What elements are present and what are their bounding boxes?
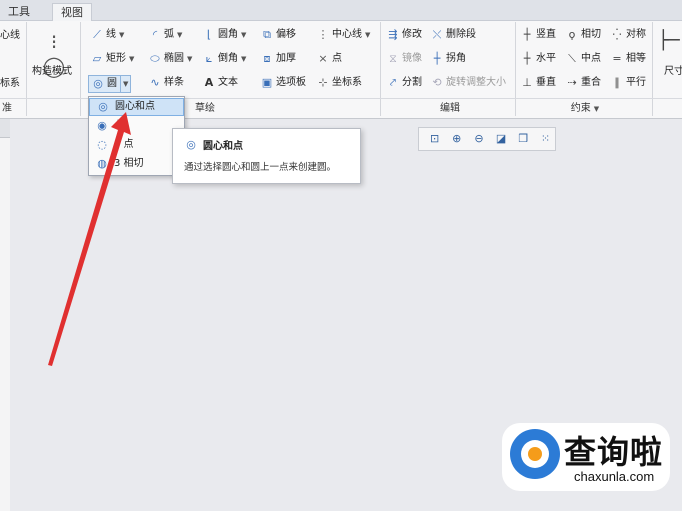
logo-url: chaxunla.com xyxy=(574,469,655,484)
logo-magnifier-icon xyxy=(510,429,560,479)
watermark-logo: 查询啦 chaxunla.com xyxy=(502,423,670,491)
logo-text: 查询啦 xyxy=(564,433,664,471)
logo-dot xyxy=(528,447,542,461)
arrow-shape xyxy=(48,112,131,366)
